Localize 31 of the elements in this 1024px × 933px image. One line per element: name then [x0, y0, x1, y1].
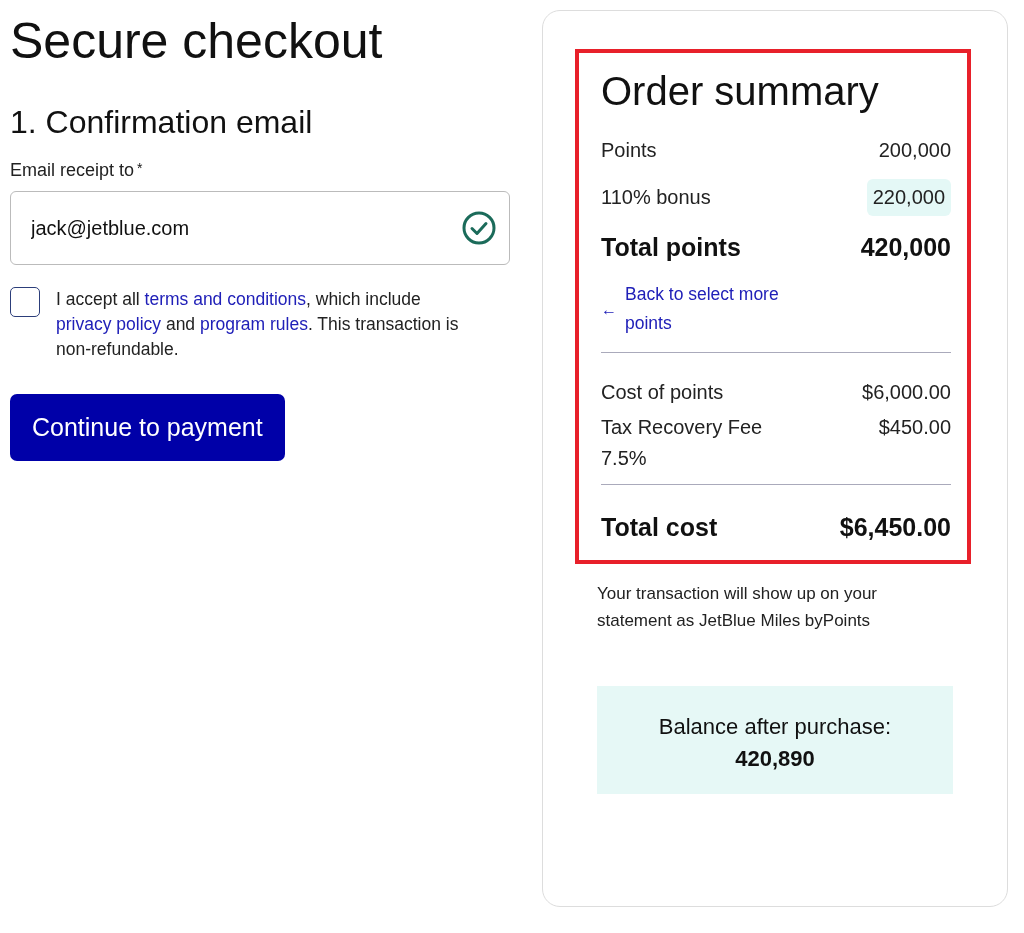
row-label: 110% bonus	[601, 186, 711, 209]
back-link[interactable]: ← Back to select more points	[601, 280, 801, 338]
balance-value: 420,890	[734, 746, 816, 772]
email-field[interactable]: jack@jetblue.com	[10, 191, 510, 265]
statement-note: Your transaction will show up on your statement as JetBlue Miles byPoints	[597, 583, 879, 632]
summary-title: Order summary	[601, 69, 880, 113]
page-title: Secure checkout	[10, 16, 384, 66]
field-label: Email receipt to	[10, 160, 135, 181]
back-link-text: Back to select more points	[625, 283, 780, 335]
required-mark: *	[137, 160, 143, 176]
row-label: Total points	[601, 233, 741, 262]
row-value: $450.00	[878, 416, 951, 439]
row-value: 200,000	[878, 139, 951, 162]
balance-label: Balance after purchase:	[657, 714, 893, 740]
link[interactable]: terms and conditions	[144, 289, 306, 309]
value-badge: 220,000	[866, 179, 951, 216]
row-value: 420,000	[860, 233, 951, 262]
row-label: Total cost	[601, 513, 718, 542]
row-value: $6,000.00	[862, 381, 951, 404]
link[interactable]: program rules	[200, 314, 308, 334]
link[interactable]: privacy policy	[56, 314, 162, 334]
row-label: Cost of points	[601, 381, 724, 404]
row-label: Tax Recovery Fee	[601, 416, 763, 439]
continue-button[interactable]: Continue to payment	[10, 394, 285, 461]
consent-text: I accept all terms and conditions, which include privacy policy and program rules. This transaction is non-refundable.	[56, 288, 460, 361]
row-value: $6,450.00	[839, 513, 951, 542]
checkbox[interactable]	[10, 287, 40, 317]
row-sublabel: 7.5%	[601, 447, 648, 470]
arrow-icon: ←	[601, 294, 617, 324]
section-title: 1. Confirmation email	[10, 106, 314, 138]
row-label: Points	[601, 139, 657, 162]
